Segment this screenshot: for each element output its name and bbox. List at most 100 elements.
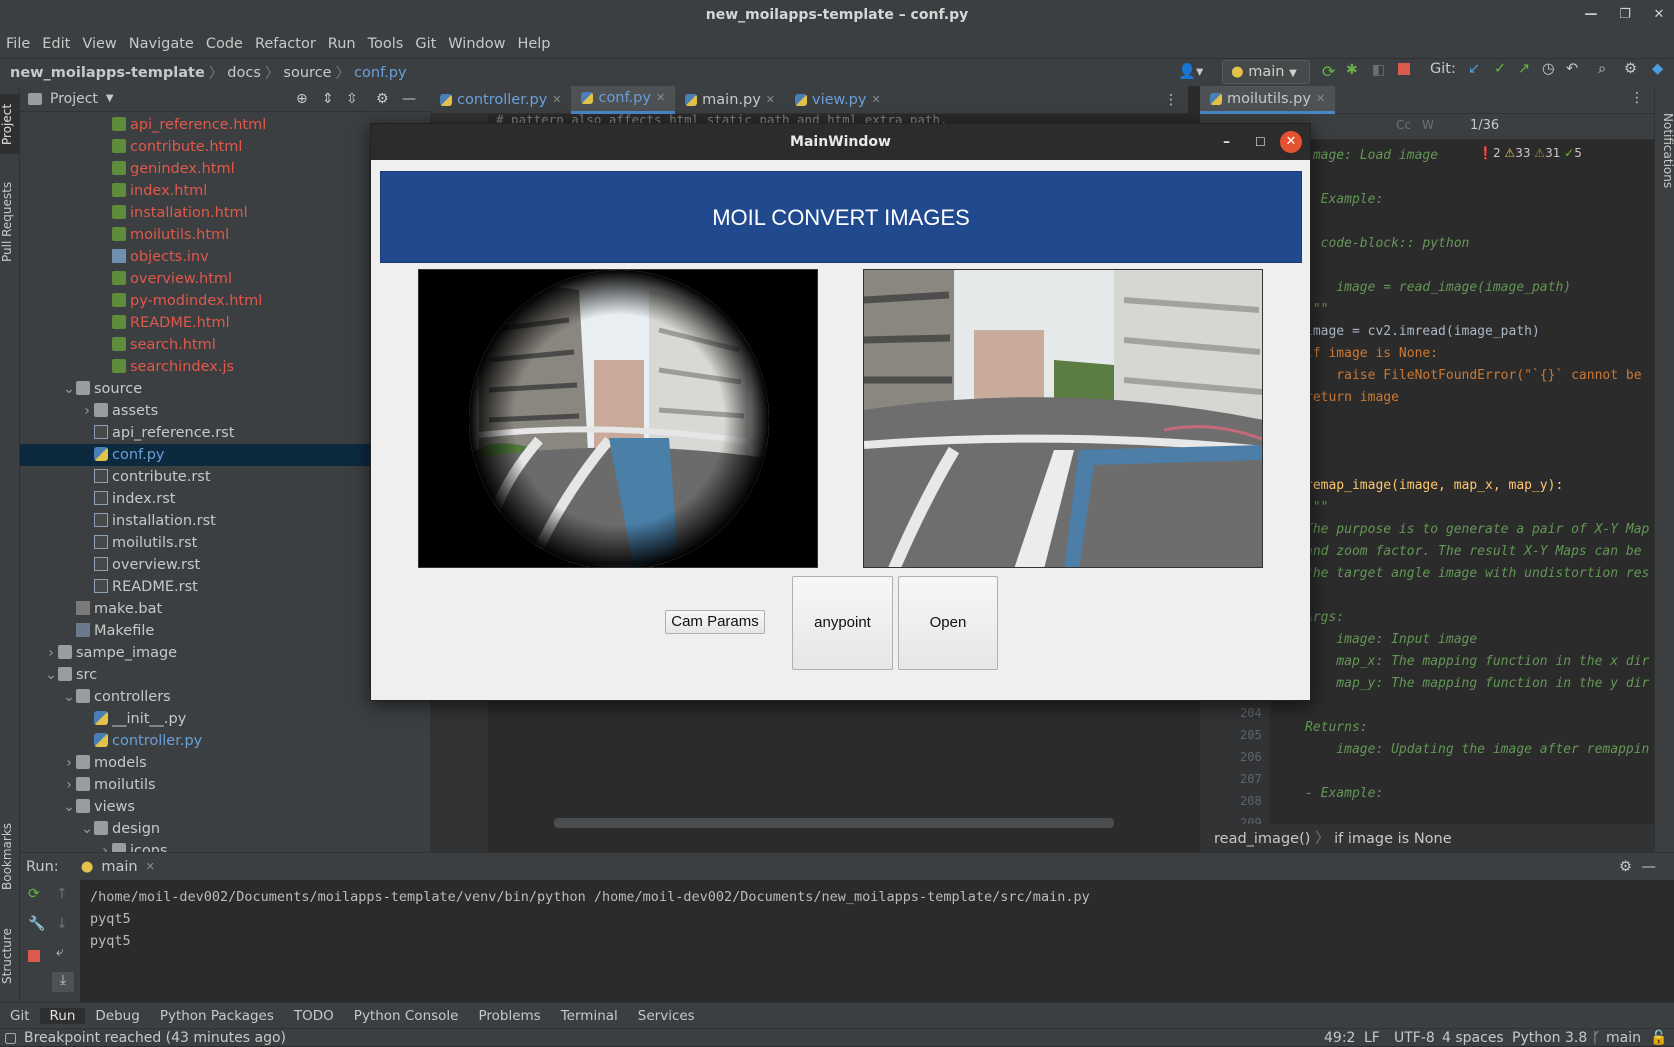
tree-file[interactable]: installation.html bbox=[20, 202, 430, 224]
tool-tab-terminal[interactable]: Terminal bbox=[551, 1008, 628, 1024]
menu-item-view[interactable]: View bbox=[76, 36, 122, 52]
chevron-down-icon[interactable]: ⌄ bbox=[44, 664, 58, 686]
menu-item-file[interactable]: File bbox=[0, 36, 36, 52]
menu-item-refactor[interactable]: Refactor bbox=[249, 36, 322, 52]
user-icon[interactable]: 👤▾ bbox=[1178, 61, 1204, 83]
tab-controller[interactable]: controller.py ✕ bbox=[430, 86, 571, 114]
file-encoding[interactable]: UTF-8 bbox=[1394, 1029, 1435, 1047]
close-icon[interactable]: ✕ bbox=[871, 86, 880, 114]
tree-folder[interactable]: › models bbox=[20, 752, 430, 774]
tree-file[interactable]: api_reference.html bbox=[20, 114, 430, 136]
inspection-widget[interactable]: ❗2 ⚠33 ⚠31 ✓5 bbox=[1478, 146, 1582, 160]
minimize-icon[interactable]: — bbox=[1576, 0, 1606, 30]
tree-folder[interactable]: ⌄ views bbox=[20, 796, 430, 818]
tree-file[interactable]: conf.py bbox=[20, 444, 430, 466]
menu-item-edit[interactable]: Edit bbox=[36, 36, 76, 52]
chevron-right-icon[interactable]: › bbox=[44, 642, 58, 664]
minimize-icon[interactable]: – bbox=[1223, 124, 1230, 160]
tree-file[interactable]: contribute.html bbox=[20, 136, 430, 158]
cam-params-button[interactable]: Cam Params bbox=[665, 610, 765, 634]
maximize-icon[interactable]: ☐ bbox=[1255, 124, 1266, 160]
breadcrumb-project[interactable]: new_moilapps-template bbox=[0, 65, 209, 81]
chevron-down-icon[interactable]: ⌄ bbox=[80, 818, 94, 840]
tool-tab-python-console[interactable]: Python Console bbox=[344, 1008, 469, 1024]
tab-conf[interactable]: conf.py ✕ bbox=[571, 84, 676, 114]
menu-item-code[interactable]: Code bbox=[200, 36, 249, 52]
close-icon[interactable]: ✕ bbox=[656, 84, 665, 112]
project-tool-tab[interactable]: Project bbox=[0, 94, 20, 154]
chevron-right-icon[interactable]: › bbox=[80, 400, 94, 422]
tree-file[interactable]: Makefile bbox=[20, 620, 430, 642]
wrench-icon[interactable]: 🔧 bbox=[28, 916, 45, 932]
search-icon[interactable]: ⌕ bbox=[1598, 61, 1606, 77]
chevron-down-icon[interactable]: ⌄ bbox=[62, 686, 76, 708]
gear-icon[interactable]: ⚙ bbox=[1619, 859, 1632, 875]
tree-file[interactable]: moilutils.rst bbox=[20, 532, 430, 554]
git-branch[interactable]: main bbox=[1606, 1029, 1641, 1047]
tree-folder[interactable]: ⌄ source bbox=[20, 378, 430, 400]
anypoint-button[interactable]: anypoint bbox=[792, 576, 893, 670]
tab-moilutils[interactable]: moilutils.py ✕ bbox=[1200, 85, 1336, 114]
run-config-tab[interactable]: main bbox=[101, 859, 137, 875]
up-arrow-icon[interactable]: ↑ bbox=[56, 886, 68, 902]
tree-file[interactable]: searchindex.js bbox=[20, 356, 430, 378]
tree-folder[interactable]: › moilutils bbox=[20, 774, 430, 796]
close-icon[interactable]: ✕ bbox=[1644, 0, 1674, 30]
tree-file[interactable]: installation.rst bbox=[20, 510, 430, 532]
chevron-down-icon[interactable]: ▼ bbox=[106, 93, 114, 104]
chevron-down-icon[interactable]: ⌄ bbox=[62, 378, 76, 400]
tool-tab-problems[interactable]: Problems bbox=[468, 1008, 550, 1024]
tree-file[interactable]: contribute.rst bbox=[20, 466, 430, 488]
tree-folder[interactable]: ⌄ design bbox=[20, 818, 430, 840]
lock-icon[interactable]: 🔓 bbox=[1650, 1029, 1667, 1047]
breadcrumb-docs[interactable]: docs bbox=[223, 65, 265, 81]
menu-item-window[interactable]: Window bbox=[442, 36, 511, 52]
tab-main[interactable]: main.py ✕ bbox=[675, 86, 785, 114]
tool-tab-git[interactable]: Git bbox=[0, 1008, 40, 1024]
maximize-icon[interactable]: ❐ bbox=[1610, 0, 1640, 30]
tree-file[interactable]: controller.py bbox=[20, 730, 430, 752]
structure-tool-tab[interactable]: Structure bbox=[0, 916, 20, 996]
tree-folder[interactable]: › assets bbox=[20, 400, 430, 422]
open-button[interactable]: Open bbox=[898, 576, 998, 670]
project-panel-title[interactable]: Project bbox=[50, 91, 98, 107]
chevron-down-icon[interactable]: ⌄ bbox=[62, 796, 76, 818]
tree-file[interactable]: README.html bbox=[20, 312, 430, 334]
expand-all-icon[interactable]: ⇕ bbox=[322, 91, 334, 107]
more-icon[interactable]: ⋮ bbox=[1164, 92, 1178, 108]
tree-file[interactable]: overview.rst bbox=[20, 554, 430, 576]
history-icon[interactable]: ◷ bbox=[1542, 61, 1555, 77]
close-icon[interactable]: ✕ bbox=[1316, 85, 1325, 113]
more-icon[interactable]: ⋮ bbox=[1630, 90, 1644, 106]
tree-file[interactable]: moilutils.html bbox=[20, 224, 430, 246]
hide-icon[interactable]: — bbox=[402, 91, 416, 107]
chevron-right-icon[interactable]: › bbox=[62, 752, 76, 774]
stop-icon[interactable] bbox=[1398, 63, 1410, 75]
menu-item-tools[interactable]: Tools bbox=[362, 36, 410, 52]
profile-icon[interactable]: ◧ bbox=[1372, 62, 1385, 78]
rollback-icon[interactable]: ↶ bbox=[1566, 61, 1578, 77]
tree-file[interactable]: genindex.html bbox=[20, 158, 430, 180]
run-config-select[interactable]: ● main ▼ bbox=[1222, 60, 1310, 84]
tool-tab-run[interactable]: Run bbox=[39, 1007, 86, 1024]
menu-item-help[interactable]: Help bbox=[511, 36, 556, 52]
git-commit-icon[interactable]: ✓ bbox=[1494, 61, 1506, 77]
scroll-to-end-icon[interactable]: ⤓ bbox=[52, 972, 74, 992]
plugin-icon[interactable]: ◆ bbox=[1652, 61, 1663, 77]
tree-file[interactable]: search.html bbox=[20, 334, 430, 356]
status-toggle-icon[interactable]: ▢ bbox=[4, 1029, 17, 1047]
whole-words-toggle[interactable]: W bbox=[1422, 118, 1434, 132]
horizontal-scrollbar[interactable] bbox=[554, 818, 1114, 828]
gear-icon[interactable]: ⚙ bbox=[376, 91, 389, 107]
tab-view[interactable]: view.py ✕ bbox=[785, 86, 891, 114]
close-icon[interactable]: ✕ bbox=[766, 86, 775, 114]
menu-item-git[interactable]: Git bbox=[409, 36, 442, 52]
chevron-right-icon[interactable]: › bbox=[62, 774, 76, 796]
status-message[interactable]: Breakpoint reached (43 minutes ago) bbox=[24, 1029, 286, 1047]
collapse-all-icon[interactable]: ⇳ bbox=[346, 91, 358, 107]
close-icon[interactable]: ✕ bbox=[1280, 131, 1302, 153]
tool-tab-services[interactable]: Services bbox=[628, 1008, 705, 1024]
bookmarks-tool-tab[interactable]: Bookmarks bbox=[0, 816, 20, 896]
rerun-icon[interactable]: ⟳ bbox=[28, 886, 40, 902]
interpreter[interactable]: Python 3.8 bbox=[1512, 1029, 1587, 1047]
